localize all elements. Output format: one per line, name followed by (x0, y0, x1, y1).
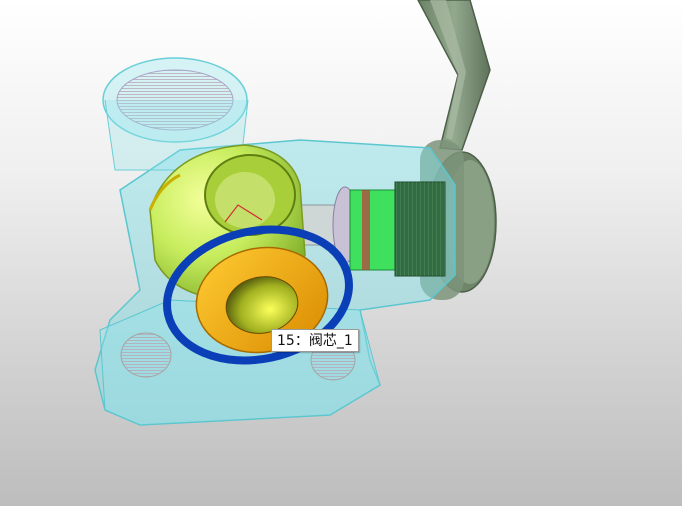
stem-seal-band (362, 190, 370, 270)
3d-viewport[interactable]: 15：阀芯_1 (0, 0, 682, 506)
bolt-hole-left (120, 332, 172, 378)
model-scene[interactable] (0, 0, 682, 506)
part-tooltip: 15：阀芯_1 (271, 329, 359, 352)
stem-thread-lines (395, 182, 445, 276)
ball-bore-inner (215, 172, 275, 228)
stem-packing (349, 189, 396, 271)
